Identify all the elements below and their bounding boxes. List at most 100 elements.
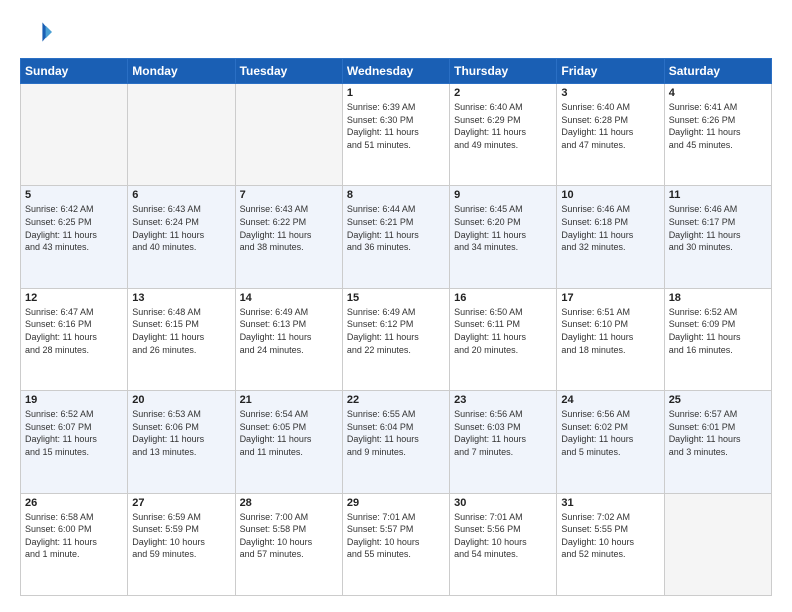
calendar-cell: 14 Sunrise: 6:49 AM Sunset: 6:13 PM Dayli… bbox=[235, 288, 342, 390]
calendar-cell: 3 Sunrise: 6:40 AM Sunset: 6:28 PM Daylig… bbox=[557, 84, 664, 186]
day-info: Sunrise: 6:40 AM Sunset: 6:28 PM Dayligh… bbox=[561, 101, 659, 151]
calendar-cell bbox=[128, 84, 235, 186]
day-number: 28 bbox=[240, 497, 338, 509]
calendar-cell: 26 Sunrise: 6:58 AM Sunset: 6:00 PM Dayli… bbox=[21, 493, 128, 595]
calendar-cell bbox=[664, 493, 771, 595]
day-number: 18 bbox=[669, 292, 767, 304]
calendar-cell: 7 Sunrise: 6:43 AM Sunset: 6:22 PM Daylig… bbox=[235, 186, 342, 288]
week-row-2: 12Sunrise: 6:47 AM Sunset: 6:16 PM Dayli… bbox=[21, 288, 772, 390]
day-info: Sunrise: 6:43 AM Sunset: 6:24 PM Dayligh… bbox=[132, 203, 230, 253]
day-number: 9 bbox=[454, 189, 552, 201]
day-info: Sunrise: 6:48 AM Sunset: 6:15 PM Dayligh… bbox=[132, 306, 230, 356]
week-row-3: 19Sunrise: 6:52 AM Sunset: 6:07 PM Dayli… bbox=[21, 391, 772, 493]
day-info: Sunrise: 7:01 AM Sunset: 5:57 PM Dayligh… bbox=[347, 511, 445, 561]
calendar-cell: 13 Sunrise: 6:48 AM Sunset: 6:15 PM Dayli… bbox=[128, 288, 235, 390]
day-number: 31 bbox=[561, 497, 659, 509]
day-number: 14 bbox=[240, 292, 338, 304]
week-row-4: 26 Sunrise: 6:58 AM Sunset: 6:00 PM Dayli… bbox=[21, 493, 772, 595]
calendar-cell: 9 Sunrise: 6:45 AM Sunset: 6:20 PM Daylig… bbox=[450, 186, 557, 288]
day-info: Sunrise: 7:00 AM Sunset: 5:58 PM Dayligh… bbox=[240, 511, 338, 561]
calendar-cell bbox=[21, 84, 128, 186]
day-number: 10 bbox=[561, 189, 659, 201]
day-info: Sunrise: 6:54 AM Sunset: 6:05 PM Dayligh… bbox=[240, 408, 338, 458]
calendar-cell: 5 Sunrise: 6:42 AM Sunset: 6:25 PM Daylig… bbox=[21, 186, 128, 288]
week-row-1: 5 Sunrise: 6:42 AM Sunset: 6:25 PM Daylig… bbox=[21, 186, 772, 288]
calendar-cell: 17 Sunrise: 6:51 AM Sunset: 6:10 PM Dayli… bbox=[557, 288, 664, 390]
day-number: 30 bbox=[454, 497, 552, 509]
day-number: 25 bbox=[669, 394, 767, 406]
day-number: 24 bbox=[561, 394, 659, 406]
weekday-header-row: SundayMondayTuesdayWednesdayThursdayFrid… bbox=[21, 59, 772, 84]
calendar-cell: 28 Sunrise: 7:00 AM Sunset: 5:58 PM Dayli… bbox=[235, 493, 342, 595]
day-info: Sunrise: 6:57 AM Sunset: 6:01 PM Dayligh… bbox=[669, 408, 767, 458]
logo-icon bbox=[20, 16, 52, 48]
day-number: 4 bbox=[669, 87, 767, 99]
day-number: 26 bbox=[25, 497, 123, 509]
day-number: 3 bbox=[561, 87, 659, 99]
calendar-cell: 30 Sunrise: 7:01 AM Sunset: 5:56 PM Dayli… bbox=[450, 493, 557, 595]
day-number: 16 bbox=[454, 292, 552, 304]
day-number: 7 bbox=[240, 189, 338, 201]
calendar-cell: 1 Sunrise: 6:39 AM Sunset: 6:30 PM Daylig… bbox=[342, 84, 449, 186]
weekday-header-sunday: Sunday bbox=[21, 59, 128, 84]
calendar-table: SundayMondayTuesdayWednesdayThursdayFrid… bbox=[20, 58, 772, 596]
day-info: Sunrise: 6:46 AM Sunset: 6:18 PM Dayligh… bbox=[561, 203, 659, 253]
day-number: 15 bbox=[347, 292, 445, 304]
day-number: 22 bbox=[347, 394, 445, 406]
day-info: Sunrise: 6:50 AM Sunset: 6:11 PM Dayligh… bbox=[454, 306, 552, 356]
day-number: 12 bbox=[25, 292, 123, 304]
calendar-cell: 19Sunrise: 6:52 AM Sunset: 6:07 PM Dayli… bbox=[21, 391, 128, 493]
calendar-cell: 20Sunrise: 6:53 AM Sunset: 6:06 PM Dayli… bbox=[128, 391, 235, 493]
day-info: Sunrise: 6:41 AM Sunset: 6:26 PM Dayligh… bbox=[669, 101, 767, 151]
calendar-cell bbox=[235, 84, 342, 186]
weekday-header-friday: Friday bbox=[557, 59, 664, 84]
weekday-header-saturday: Saturday bbox=[664, 59, 771, 84]
day-info: Sunrise: 7:02 AM Sunset: 5:55 PM Dayligh… bbox=[561, 511, 659, 561]
header bbox=[20, 16, 772, 48]
day-info: Sunrise: 7:01 AM Sunset: 5:56 PM Dayligh… bbox=[454, 511, 552, 561]
day-number: 6 bbox=[132, 189, 230, 201]
weekday-header-wednesday: Wednesday bbox=[342, 59, 449, 84]
day-info: Sunrise: 6:49 AM Sunset: 6:13 PM Dayligh… bbox=[240, 306, 338, 356]
weekday-header-thursday: Thursday bbox=[450, 59, 557, 84]
day-number: 20 bbox=[132, 394, 230, 406]
calendar-cell: 8Sunrise: 6:44 AM Sunset: 6:21 PM Daylig… bbox=[342, 186, 449, 288]
day-number: 23 bbox=[454, 394, 552, 406]
day-number: 17 bbox=[561, 292, 659, 304]
calendar-cell: 15 Sunrise: 6:49 AM Sunset: 6:12 PM Dayli… bbox=[342, 288, 449, 390]
day-info: Sunrise: 6:51 AM Sunset: 6:10 PM Dayligh… bbox=[561, 306, 659, 356]
day-number: 2 bbox=[454, 87, 552, 99]
day-number: 11 bbox=[669, 189, 767, 201]
day-info: Sunrise: 6:56 AM Sunset: 6:03 PM Dayligh… bbox=[454, 408, 552, 458]
day-info: Sunrise: 6:56 AM Sunset: 6:02 PM Dayligh… bbox=[561, 408, 659, 458]
weekday-header-monday: Monday bbox=[128, 59, 235, 84]
calendar-cell: 16 Sunrise: 6:50 AM Sunset: 6:11 PM Dayli… bbox=[450, 288, 557, 390]
day-info: Sunrise: 6:58 AM Sunset: 6:00 PM Dayligh… bbox=[25, 511, 123, 561]
day-info: Sunrise: 6:52 AM Sunset: 6:07 PM Dayligh… bbox=[25, 408, 123, 458]
weekday-header-tuesday: Tuesday bbox=[235, 59, 342, 84]
calendar-cell: 27 Sunrise: 6:59 AM Sunset: 5:59 PM Dayli… bbox=[128, 493, 235, 595]
day-info: Sunrise: 6:59 AM Sunset: 5:59 PM Dayligh… bbox=[132, 511, 230, 561]
day-info: Sunrise: 6:45 AM Sunset: 6:20 PM Dayligh… bbox=[454, 203, 552, 253]
page: SundayMondayTuesdayWednesdayThursdayFrid… bbox=[0, 0, 792, 612]
day-number: 29 bbox=[347, 497, 445, 509]
calendar-cell: 29 Sunrise: 7:01 AM Sunset: 5:57 PM Dayli… bbox=[342, 493, 449, 595]
day-info: Sunrise: 6:42 AM Sunset: 6:25 PM Dayligh… bbox=[25, 203, 123, 253]
day-number: 5 bbox=[25, 189, 123, 201]
day-info: Sunrise: 6:43 AM Sunset: 6:22 PM Dayligh… bbox=[240, 203, 338, 253]
day-info: Sunrise: 6:39 AM Sunset: 6:30 PM Dayligh… bbox=[347, 101, 445, 151]
day-number: 13 bbox=[132, 292, 230, 304]
day-number: 1 bbox=[347, 87, 445, 99]
day-info: Sunrise: 6:46 AM Sunset: 6:17 PM Dayligh… bbox=[669, 203, 767, 253]
calendar-cell: 6 Sunrise: 6:43 AM Sunset: 6:24 PM Daylig… bbox=[128, 186, 235, 288]
calendar-cell: 18 Sunrise: 6:52 AM Sunset: 6:09 PM Dayli… bbox=[664, 288, 771, 390]
calendar-cell: 4 Sunrise: 6:41 AM Sunset: 6:26 PM Daylig… bbox=[664, 84, 771, 186]
day-info: Sunrise: 6:49 AM Sunset: 6:12 PM Dayligh… bbox=[347, 306, 445, 356]
calendar-cell: 22Sunrise: 6:55 AM Sunset: 6:04 PM Dayli… bbox=[342, 391, 449, 493]
day-info: Sunrise: 6:44 AM Sunset: 6:21 PM Dayligh… bbox=[347, 203, 445, 253]
day-number: 27 bbox=[132, 497, 230, 509]
day-info: Sunrise: 6:52 AM Sunset: 6:09 PM Dayligh… bbox=[669, 306, 767, 356]
calendar-cell: 21Sunrise: 6:54 AM Sunset: 6:05 PM Dayli… bbox=[235, 391, 342, 493]
calendar-cell: 12Sunrise: 6:47 AM Sunset: 6:16 PM Dayli… bbox=[21, 288, 128, 390]
calendar-cell: 2Sunrise: 6:40 AM Sunset: 6:29 PM Daylig… bbox=[450, 84, 557, 186]
